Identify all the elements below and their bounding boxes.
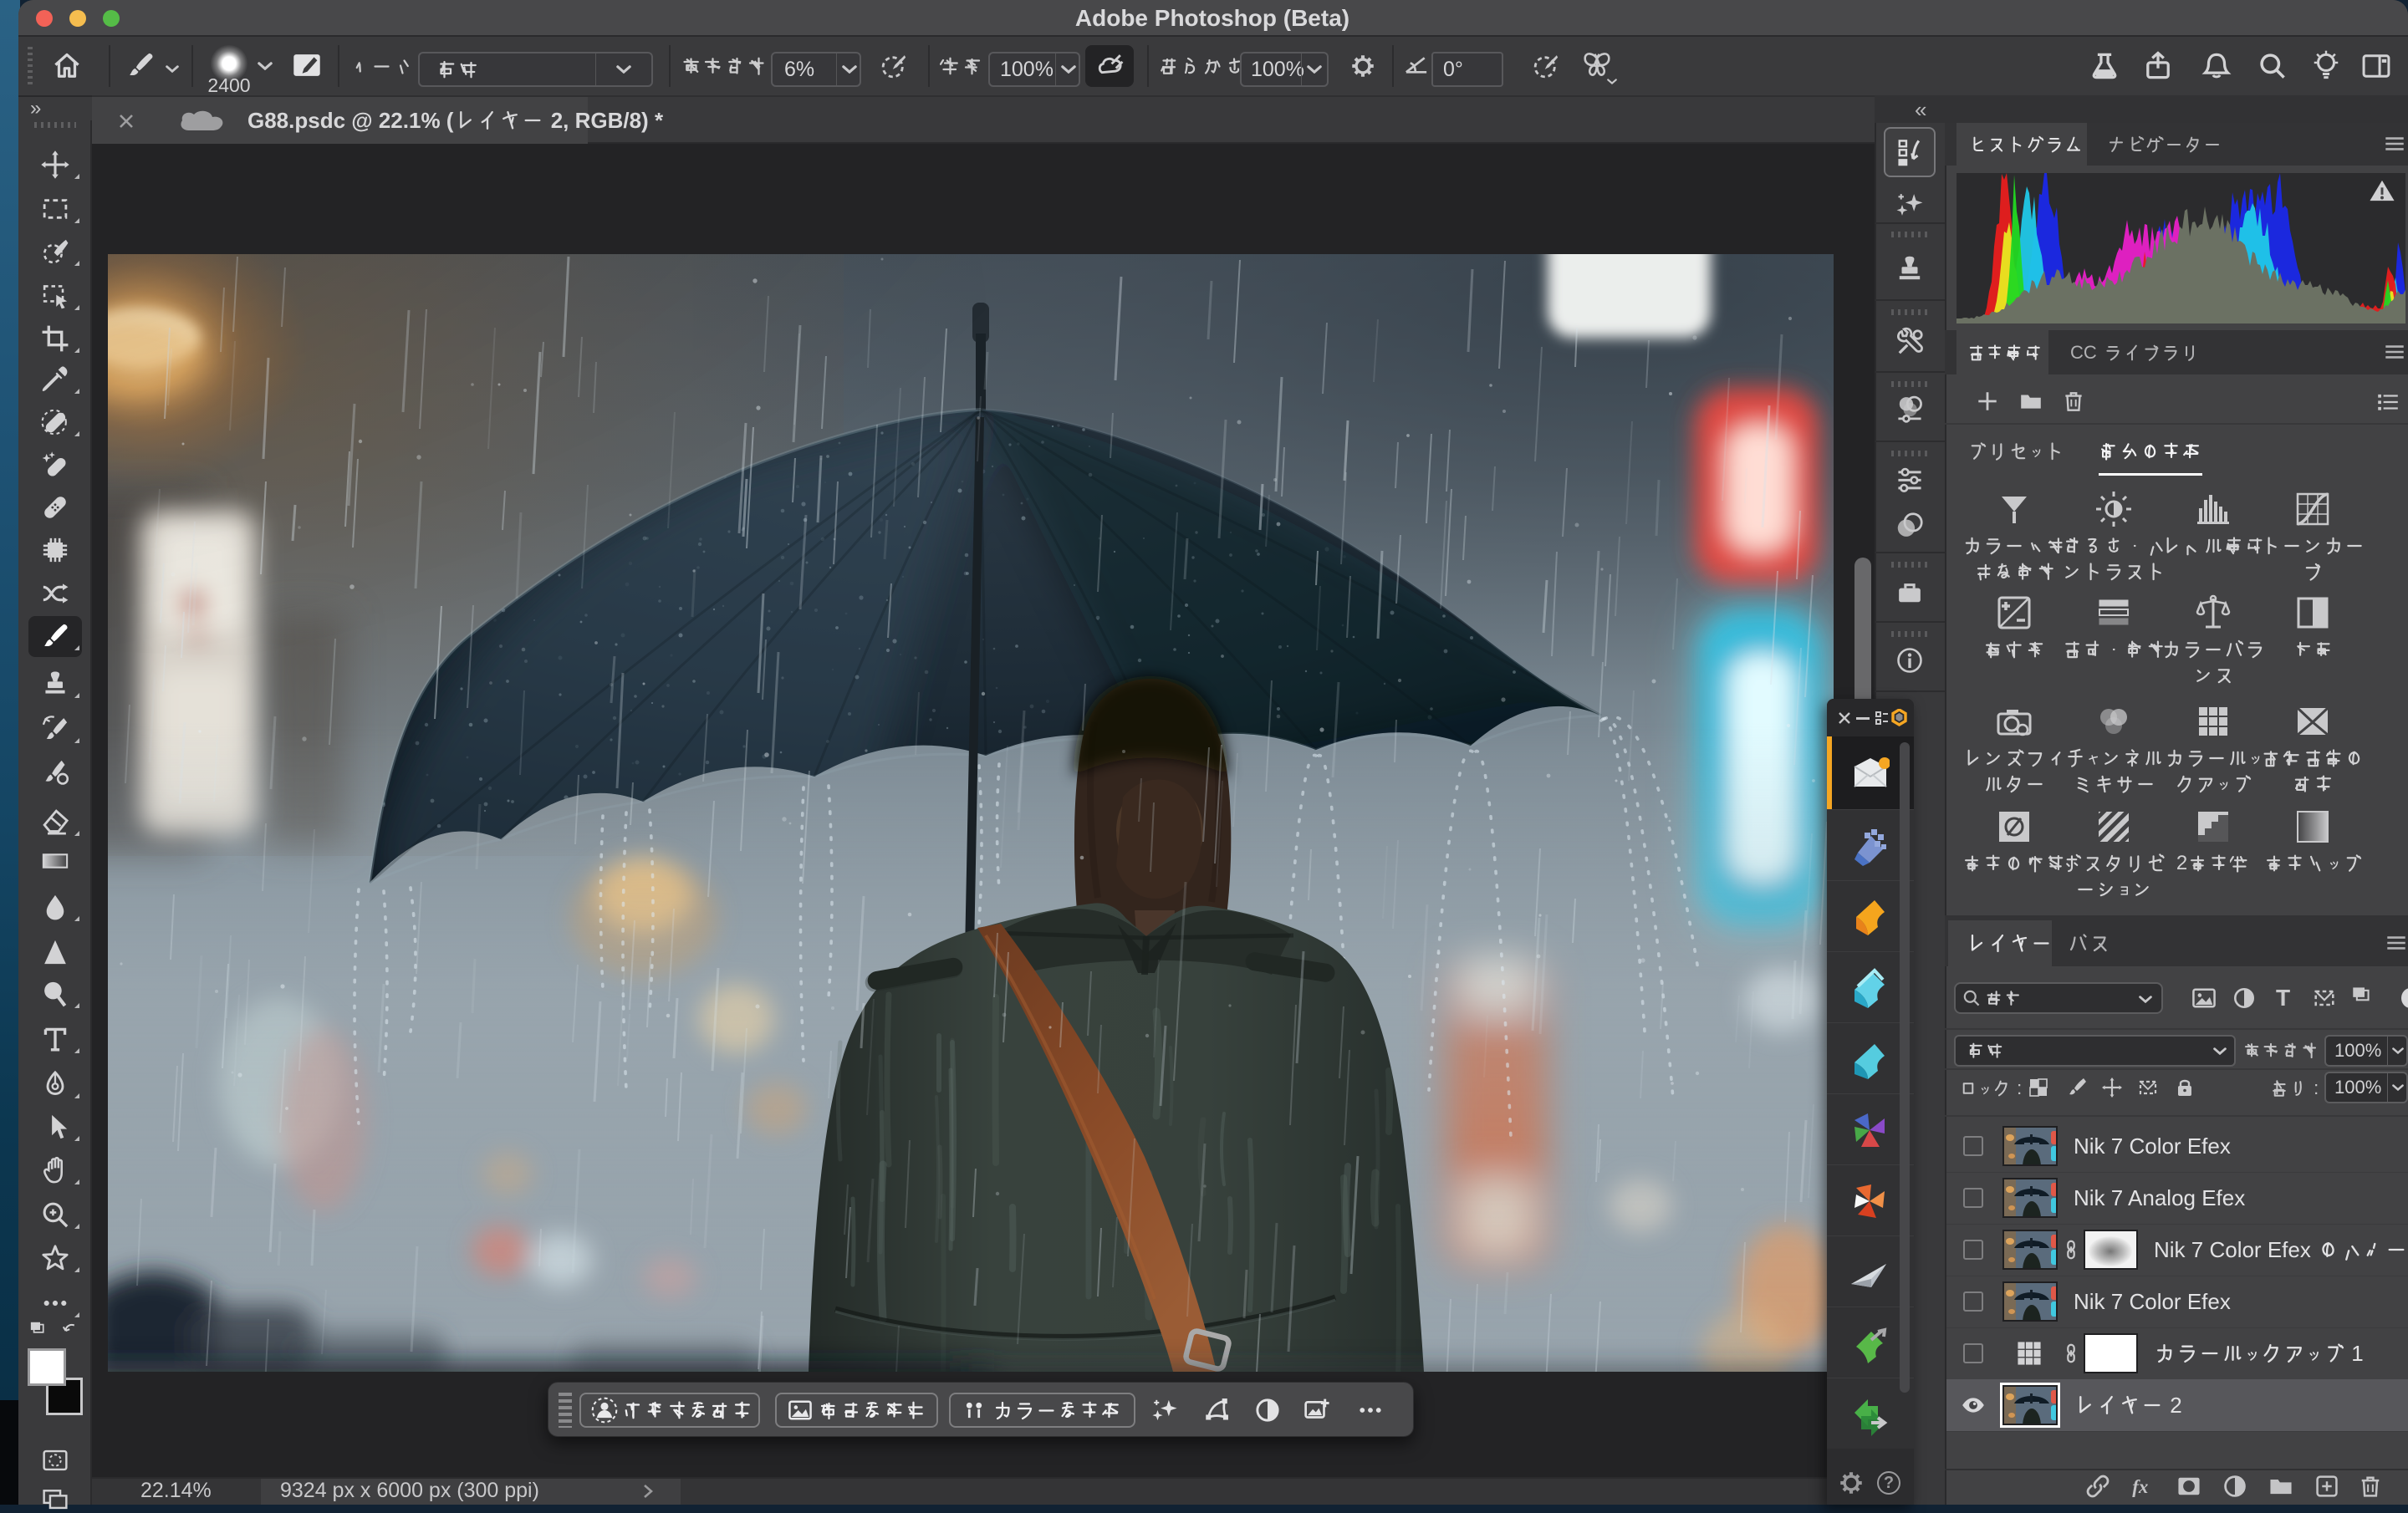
svg-text:fx: fx: [2132, 1476, 2148, 1497]
